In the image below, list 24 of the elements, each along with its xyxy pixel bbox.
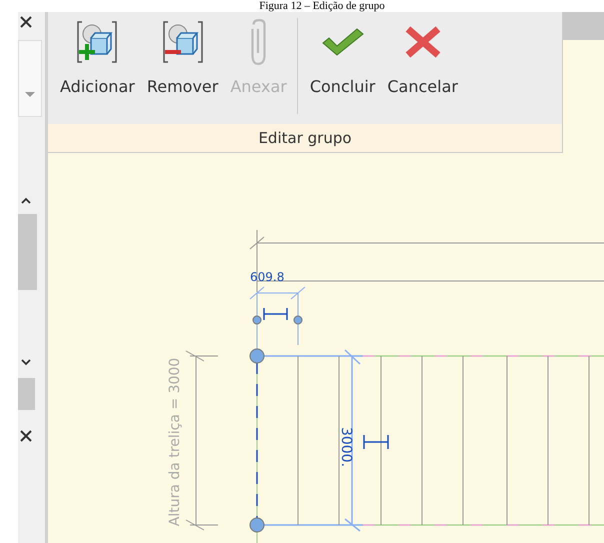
scroll-up-icon[interactable]: [21, 197, 31, 204]
cancel-button[interactable]: Cancelar: [385, 14, 460, 98]
close-icon[interactable]: [20, 430, 32, 442]
remove-cube-icon: [162, 19, 203, 65]
dimension-handle-icon[interactable]: [363, 434, 389, 450]
dropdown-field[interactable]: [18, 40, 42, 117]
add-cube-icon: [77, 19, 118, 65]
figure-caption: Figura 12 – Edição de grupo: [258, 0, 386, 12]
scrollbar-thumb[interactable]: [18, 378, 35, 410]
dimension-text: 609.8: [250, 270, 284, 284]
close-icon[interactable]: [20, 16, 32, 28]
paperclip-icon: [251, 19, 266, 65]
finish-button[interactable]: Concluir: [308, 14, 378, 98]
panel-title: Editar grupo: [48, 124, 562, 152]
remove-button[interactable]: Remover: [144, 14, 220, 98]
dimension-handle-icon[interactable]: [263, 307, 288, 321]
scroll-down-icon[interactable]: [21, 359, 31, 366]
add-button[interactable]: Adicionar: [58, 14, 137, 98]
scrollbar-thumb[interactable]: [18, 214, 37, 290]
grip-handle[interactable]: [294, 316, 302, 324]
dimension-text: 3000.: [338, 426, 354, 468]
dimension-label: Altura da treliça = 3000: [167, 358, 183, 526]
caret-icon: [25, 92, 35, 97]
grip-handle[interactable]: [252, 316, 262, 324]
